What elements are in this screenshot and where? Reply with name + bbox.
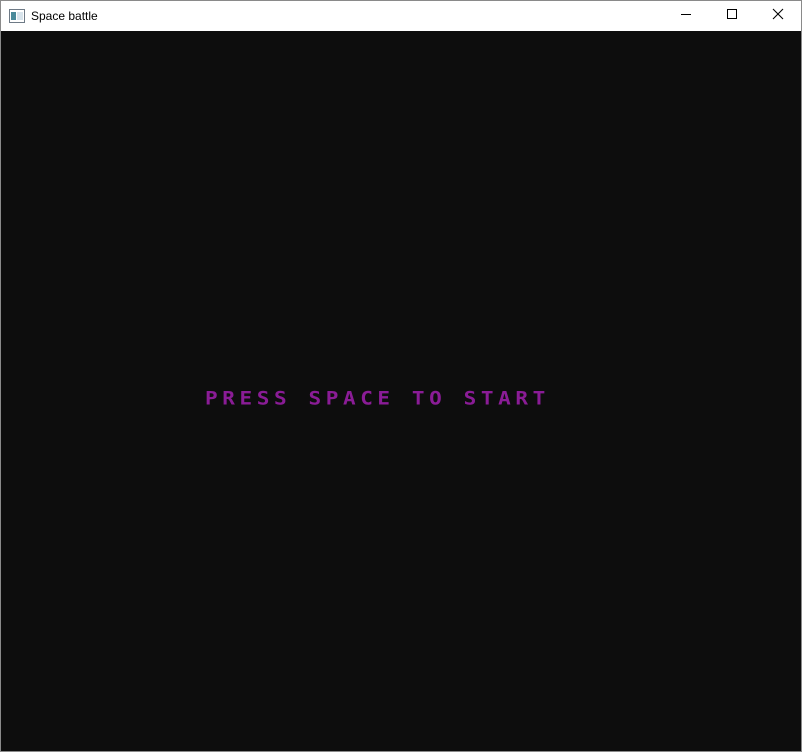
- close-icon: [772, 7, 784, 25]
- maximize-button[interactable]: [709, 1, 755, 31]
- window-app-icon: [9, 9, 25, 23]
- title-bar[interactable]: Space battle: [1, 1, 801, 31]
- minimize-icon: [680, 7, 692, 25]
- minimize-button[interactable]: [663, 1, 709, 31]
- game-window: Space battle PRESS SPACE TO START: [0, 0, 802, 752]
- maximize-icon: [726, 7, 738, 25]
- start-prompt: PRESS SPACE TO START: [205, 387, 550, 409]
- game-canvas[interactable]: PRESS SPACE TO START: [1, 31, 801, 751]
- window-title: Space battle: [31, 9, 98, 23]
- close-button[interactable]: [755, 1, 801, 31]
